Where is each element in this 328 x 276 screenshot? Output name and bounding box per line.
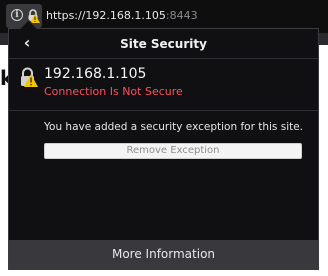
url-port: :8443 xyxy=(165,9,198,22)
connection-status: Connection Is Not Secure xyxy=(44,85,183,98)
panel-header: ‹ Site Security xyxy=(9,29,318,59)
site-security-panel: ‹ Site Security 192.168.1.105 Connection… xyxy=(8,19,319,270)
panel-title: Site Security xyxy=(120,37,207,51)
exception-message: You have added a security exception for … xyxy=(44,121,304,133)
remove-exception-button[interactable]: Remove Exception xyxy=(44,143,302,159)
more-information-button[interactable]: More Information xyxy=(9,240,318,269)
url-host: https://192.168.1.105 xyxy=(46,9,166,22)
info-icon: i xyxy=(11,9,23,21)
divider xyxy=(9,110,318,111)
lock-warning-icon xyxy=(21,67,38,87)
url-text[interactable]: https://192.168.1.105:8443 xyxy=(46,9,198,22)
site-host: 192.168.1.105 xyxy=(44,66,147,82)
